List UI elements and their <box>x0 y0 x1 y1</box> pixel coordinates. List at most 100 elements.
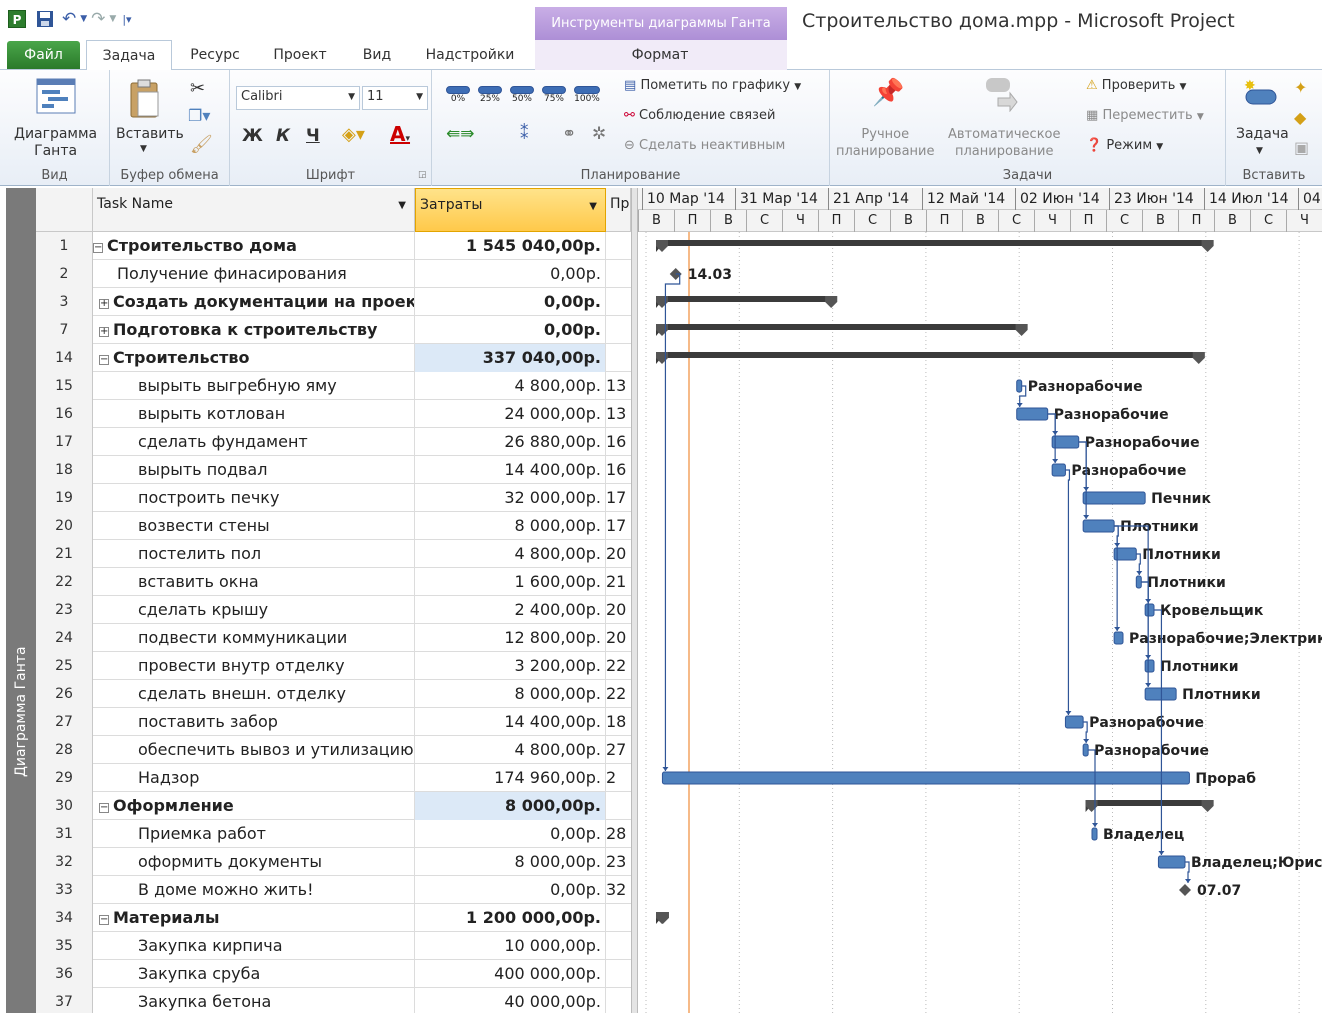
column-header-predecessors[interactable]: Пр <box>606 188 631 232</box>
summary-bar-end-cap[interactable] <box>1201 240 1214 252</box>
table-row[interactable]: 30− Оформление 8 000,00р. <box>36 792 631 820</box>
insert-task-dropdown-icon[interactable]: ▼ <box>1256 146 1263 156</box>
table-row[interactable]: 19 построить печку 32 000,00р. 17 <box>36 484 631 512</box>
cost-cell[interactable]: 26 880,00р. <box>415 428 606 456</box>
task-name-cell[interactable]: постелить пол <box>93 540 415 568</box>
row-id[interactable]: 33 <box>36 876 93 904</box>
font-color-icon[interactable]: A▾ <box>390 122 410 146</box>
row-id[interactable]: 17 <box>36 428 93 456</box>
resource-label[interactable]: Разнорабочие;Электрик <box>1129 631 1322 647</box>
summary-bar-end-cap[interactable] <box>1015 324 1028 336</box>
respect-links-button[interactable]: ⚯ Соблюдение связей <box>624 108 775 123</box>
italic-button[interactable]: К <box>276 126 290 146</box>
dependency-link[interactable] <box>664 273 681 771</box>
pct-75-button[interactable]: 75% <box>542 86 566 104</box>
task-bar[interactable] <box>1091 827 1098 841</box>
predecessors-cell[interactable]: 2 <box>606 764 631 792</box>
cost-cell[interactable]: 10 000,00р. <box>415 932 606 960</box>
predecessors-cell[interactable]: 22 <box>606 652 631 680</box>
row-id[interactable]: 16 <box>36 400 93 428</box>
task-name-cell[interactable]: сделать фундамент <box>93 428 415 456</box>
row-id[interactable]: 3 <box>36 288 93 316</box>
dependency-arrow[interactable] <box>1158 851 1165 855</box>
cost-cell[interactable]: 8 000,00р. <box>415 848 606 876</box>
row-id[interactable]: 1 <box>36 232 93 260</box>
predecessors-cell[interactable]: 27 <box>606 736 631 764</box>
table-row[interactable]: 2 Получение финасирования 0,00р. <box>36 260 631 288</box>
dependency-arrow[interactable] <box>1114 627 1121 631</box>
predecessors-cell[interactable]: 13 <box>606 400 631 428</box>
row-id[interactable]: 30 <box>36 792 93 820</box>
tab-task[interactable]: Задача <box>86 40 172 71</box>
row-id[interactable]: 22 <box>36 568 93 596</box>
task-bar[interactable] <box>1144 659 1155 673</box>
pct-0-button[interactable]: 0% <box>446 86 470 104</box>
cost-cell[interactable]: 174 960,00р. <box>415 764 606 792</box>
table-row[interactable]: 21 постелить пол 4 800,00р. 20 <box>36 540 631 568</box>
dependency-link[interactable] <box>1114 525 1149 603</box>
predecessors-cell[interactable]: 20 <box>606 596 631 624</box>
gantt-chart-button[interactable]: Диаграмма Ганта <box>14 126 97 160</box>
cost-cell[interactable]: 8 000,00р. <box>415 792 606 820</box>
dependency-arrow[interactable] <box>1185 879 1191 883</box>
task-bar[interactable] <box>1051 463 1066 477</box>
task-name-cell[interactable]: Надзор <box>93 764 415 792</box>
predecessors-cell[interactable]: 13 <box>606 372 631 400</box>
row-id[interactable]: 19 <box>36 484 93 512</box>
row-id[interactable]: 32 <box>36 848 93 876</box>
dependency-link[interactable] <box>1065 469 1071 715</box>
paste-dropdown-icon[interactable]: ▼ <box>140 144 147 154</box>
predecessors-cell[interactable]: 17 <box>606 512 631 540</box>
pane-splitter[interactable] <box>631 188 638 1013</box>
cost-cell[interactable]: 14 400,00р. <box>415 456 606 484</box>
pct-25-button[interactable]: 25% <box>478 86 502 104</box>
dependency-link[interactable] <box>1078 441 1087 519</box>
predecessors-cell[interactable]: 23 <box>606 848 631 876</box>
resource-label[interactable]: Плотники <box>1160 659 1239 675</box>
cost-cell[interactable]: 1 545 040,00р. <box>415 232 606 260</box>
row-id[interactable]: 23 <box>36 596 93 624</box>
column-header-task-name[interactable]: Task Name ▼ <box>93 188 415 232</box>
outdent-icon[interactable]: ⇚⇛ <box>446 124 475 144</box>
resource-label[interactable]: Разнорабочие <box>1094 743 1209 759</box>
predecessors-cell[interactable] <box>606 960 631 988</box>
collapse-icon[interactable]: − <box>99 915 109 925</box>
tab-view[interactable]: Вид <box>350 40 404 70</box>
table-row[interactable]: 32 оформить документы 8 000,00р. 23 <box>36 848 631 876</box>
cost-cell[interactable]: 0,00р. <box>415 260 606 288</box>
table-row[interactable]: 37 Закупка бетона 40 000,00р. <box>36 988 631 1013</box>
task-name-cell[interactable]: Закупка сруба <box>93 960 415 988</box>
dependency-arrow[interactable] <box>1083 515 1090 519</box>
milestone-icon[interactable]: ◆ <box>1294 108 1306 127</box>
dependency-link[interactable] <box>1114 525 1119 631</box>
predecessors-cell[interactable]: 22 <box>606 680 631 708</box>
task-name-cell[interactable]: − Строительство <box>93 344 415 372</box>
task-name-cell[interactable]: вырыть котлован <box>93 400 415 428</box>
cost-cell[interactable]: 337 040,00р. <box>415 344 606 372</box>
task-bar[interactable] <box>1135 575 1142 589</box>
predecessors-cell[interactable]: 32 <box>606 876 631 904</box>
task-name-cell[interactable]: − Строительство дома <box>93 232 415 260</box>
tab-format[interactable]: Формат <box>600 40 720 70</box>
cost-cell[interactable]: 0,00р. <box>415 288 606 316</box>
summary-bar-end-cap[interactable] <box>1201 800 1214 812</box>
deliverable-icon[interactable]: ▣ <box>1294 138 1309 157</box>
summary-bar[interactable] <box>656 240 1214 246</box>
table-row[interactable]: 3 + Создать документации на проект 0,00р. <box>36 288 631 316</box>
task-bar[interactable] <box>1144 603 1155 617</box>
row-id[interactable]: 31 <box>36 820 93 848</box>
font-size-select[interactable]: 11 ▼ <box>362 86 428 110</box>
resource-label[interactable]: Плотники <box>1182 687 1261 703</box>
manual-schedule-button[interactable]: Ручное планирование <box>836 126 935 160</box>
cost-cell[interactable]: 1 200 000,00р. <box>415 904 606 932</box>
paste-button[interactable]: Вставить <box>116 126 184 142</box>
task-name-cell[interactable]: − Материалы <box>93 904 415 932</box>
predecessors-cell[interactable]: 20 <box>606 624 631 652</box>
row-id[interactable]: 14 <box>36 344 93 372</box>
resource-label[interactable]: Разнорабочие <box>1085 435 1200 451</box>
cost-cell[interactable]: 40 000,00р. <box>415 988 606 1013</box>
expand-icon[interactable]: + <box>99 299 109 309</box>
font-family-select[interactable]: Calibri ▼ <box>236 86 360 110</box>
row-id[interactable]: 25 <box>36 652 93 680</box>
row-id[interactable]: 29 <box>36 764 93 792</box>
